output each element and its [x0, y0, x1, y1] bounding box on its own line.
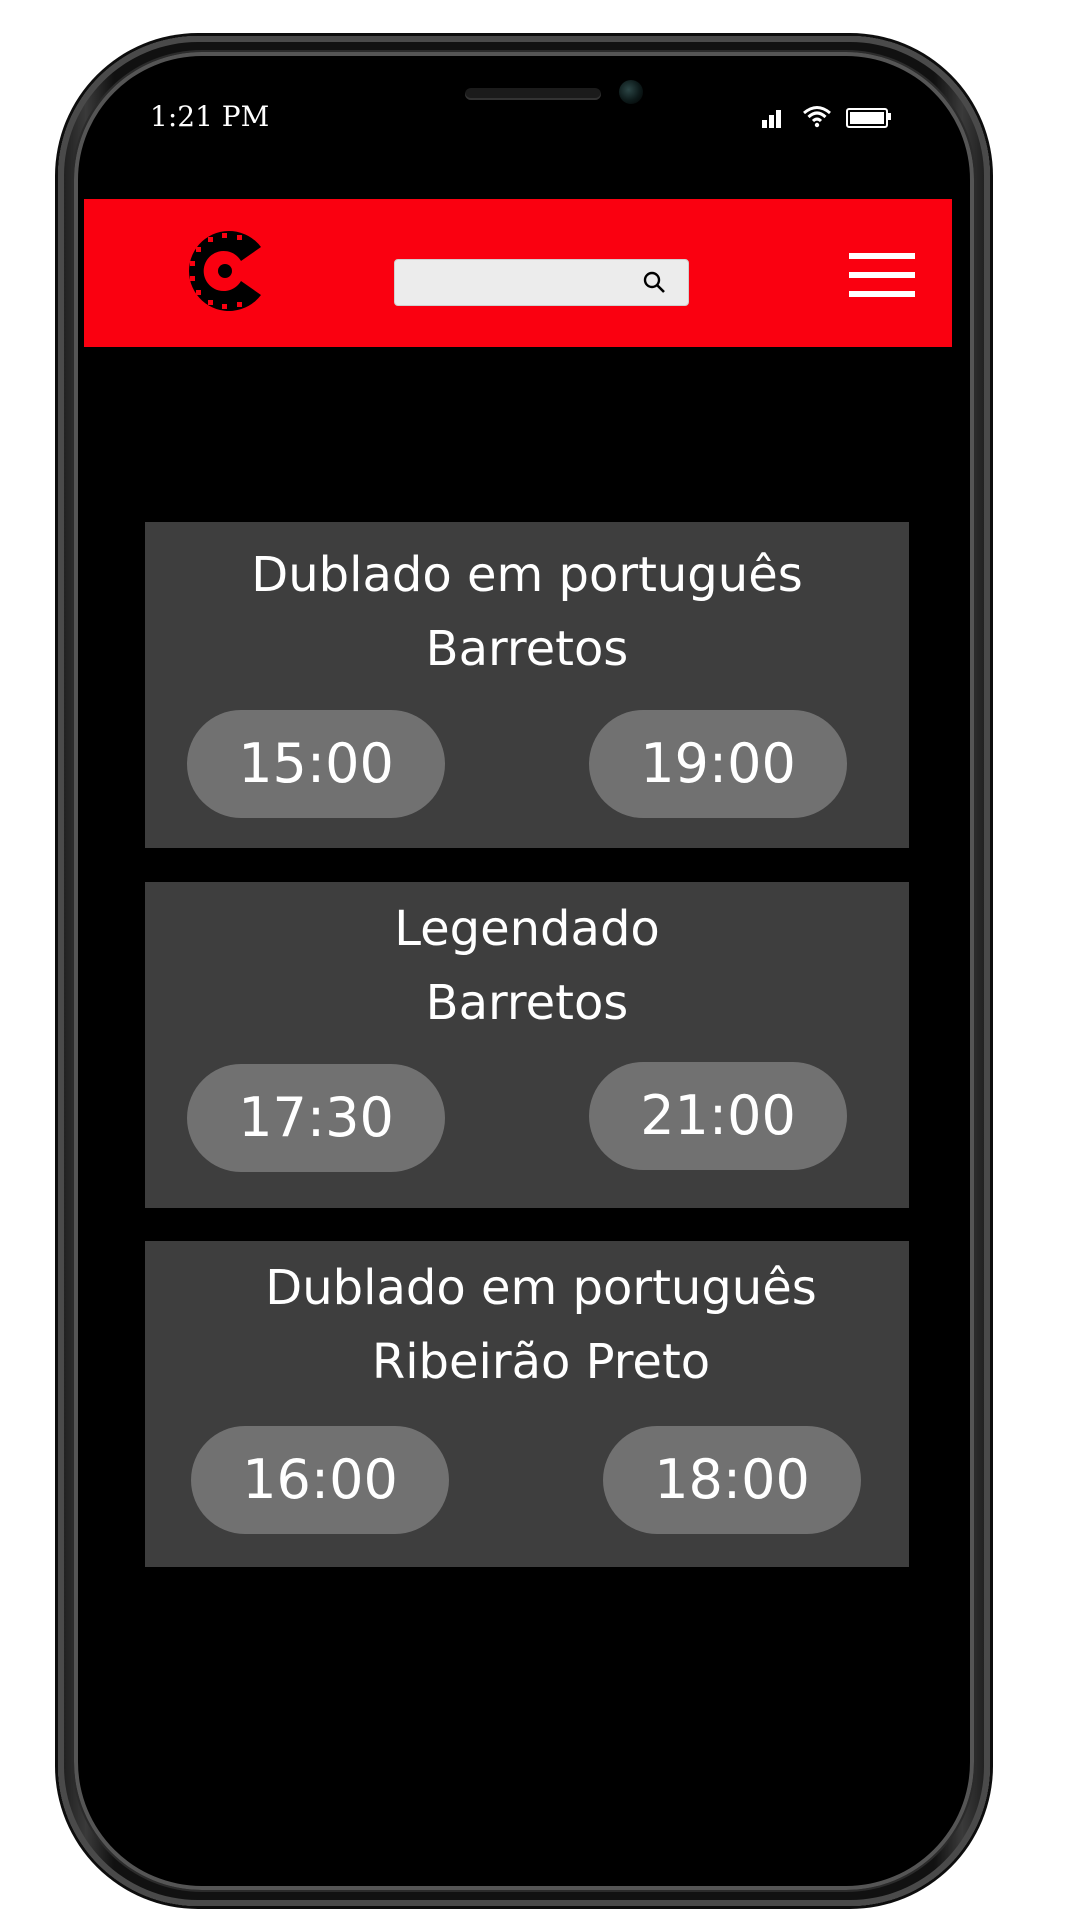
session-city: Barretos: [425, 975, 629, 1031]
session-city: Barretos: [425, 621, 629, 677]
status-time: 1:21 PM: [150, 100, 270, 133]
showtime-button[interactable]: 18:00: [603, 1426, 861, 1534]
app-header: [84, 199, 952, 347]
signal-icon: [762, 104, 786, 128]
search-bar[interactable]: [394, 259, 689, 306]
session-audio-type: Dublado em português: [265, 1260, 817, 1316]
hamburger-menu-icon[interactable]: [849, 253, 915, 297]
showtime-button[interactable]: 21:00: [589, 1062, 847, 1170]
status-icons: [762, 104, 892, 130]
session-card: Legendado Barretos 17:30 21:00: [145, 882, 909, 1208]
session-city: Ribeirão Preto: [371, 1334, 711, 1390]
showtime-button[interactable]: 19:00: [589, 710, 847, 818]
cinema-logo-icon[interactable]: [181, 227, 269, 315]
session-audio-type: Dublado em português: [251, 547, 803, 603]
session-card: Dublado em português Ribeirão Preto 16:0…: [145, 1241, 909, 1567]
session-audio-type: Legendado: [394, 901, 660, 957]
showtime-button[interactable]: 17:30: [187, 1064, 445, 1172]
showtime-button[interactable]: 16:00: [191, 1426, 449, 1534]
battery-icon: [846, 108, 888, 128]
wifi-icon: [803, 106, 831, 128]
search-input[interactable]: [403, 260, 637, 305]
showtime-button[interactable]: 15:00: [187, 710, 445, 818]
search-icon[interactable]: [640, 268, 668, 296]
front-camera: [619, 80, 643, 104]
session-card: Dublado em português Barretos 15:00 19:0…: [145, 522, 909, 848]
earpiece-speaker: [465, 88, 601, 100]
